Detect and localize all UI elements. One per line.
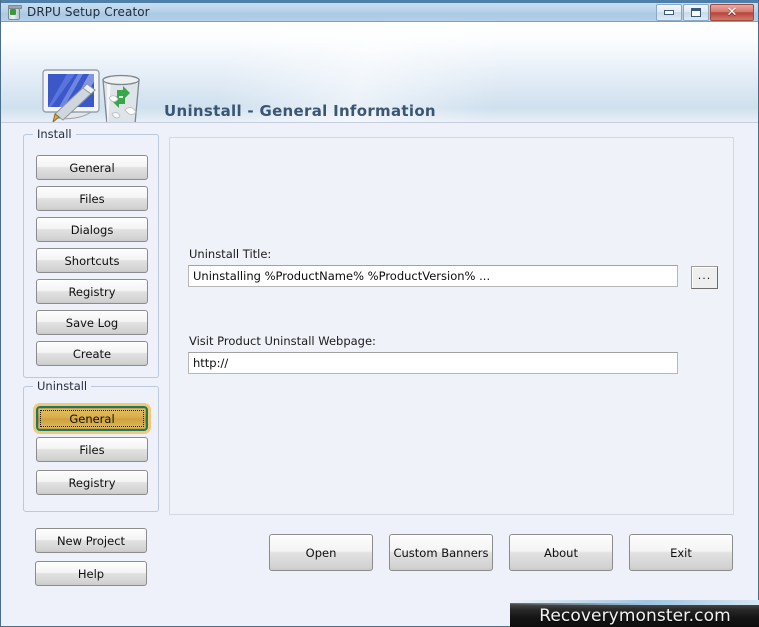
maximize-button[interactable] <box>683 4 709 21</box>
sidebar-item-install-dialogs[interactable]: Dialogs <box>36 217 148 242</box>
minimize-icon <box>664 10 674 15</box>
recycle-bin-icon <box>5 4 22 20</box>
sidebar-item-uninstall-general[interactable]: General <box>36 406 148 431</box>
sidebar-item-install-save-log[interactable]: Save Log <box>36 310 148 335</box>
install-group: Install General Files Dialogs Shortcuts … <box>23 127 159 378</box>
watermark: Recoverymonster.com <box>510 600 759 627</box>
new-project-button[interactable]: New Project <box>35 528 147 553</box>
maximize-icon <box>691 8 701 17</box>
exit-button[interactable]: Exit <box>629 534 733 571</box>
page-title: Uninstall - General Information <box>164 102 436 120</box>
sidebar-item-install-general[interactable]: General <box>36 155 148 180</box>
sidebar-item-install-registry[interactable]: Registry <box>36 279 148 304</box>
close-icon: ✕ <box>726 5 738 20</box>
sidebar-item-install-shortcuts[interactable]: Shortcuts <box>36 248 148 273</box>
window-frame: DRPU Setup Creator ✕ Uninstall - General… <box>0 0 759 627</box>
uninstall-webpage-input[interactable]: http:// <box>188 352 678 374</box>
install-group-label: Install <box>33 127 76 141</box>
watermark-streak <box>510 600 759 605</box>
main-panel <box>169 137 734 515</box>
window-controls: ✕ <box>656 4 755 21</box>
sidebar-item-uninstall-registry[interactable]: Registry <box>36 470 148 495</box>
title-bar: DRPU Setup Creator ✕ <box>1 0 758 22</box>
uninstall-group-label: Uninstall <box>33 379 92 393</box>
uninstall-group: Uninstall General Files Registry <box>23 379 159 512</box>
minimize-button[interactable] <box>656 4 682 21</box>
uninstall-title-label: Uninstall Title: <box>189 247 272 261</box>
window-title: DRPU Setup Creator <box>27 5 150 19</box>
monitor-pen-recyclebin-icon <box>37 68 145 122</box>
browse-button[interactable]: ... <box>691 266 718 289</box>
help-button[interactable]: Help <box>35 561 147 586</box>
header-banner: Uninstall - General Information <box>1 22 758 123</box>
sidebar-item-install-create[interactable]: Create <box>36 341 148 366</box>
uninstall-title-input[interactable]: Uninstalling %ProductName% %ProductVersi… <box>188 265 678 287</box>
open-button[interactable]: Open <box>269 534 373 571</box>
custom-banners-button[interactable]: Custom Banners <box>389 534 493 571</box>
sidebar-item-install-files[interactable]: Files <box>36 186 148 211</box>
application-window: DRPU Setup Creator ✕ Uninstall - General… <box>0 0 759 627</box>
watermark-text: Recoverymonster.com <box>539 606 731 626</box>
close-button[interactable]: ✕ <box>710 4 754 21</box>
about-button[interactable]: About <box>509 534 613 571</box>
uninstall-webpage-label: Visit Product Uninstall Webpage: <box>189 334 376 348</box>
sidebar-item-uninstall-files[interactable]: Files <box>36 437 148 462</box>
